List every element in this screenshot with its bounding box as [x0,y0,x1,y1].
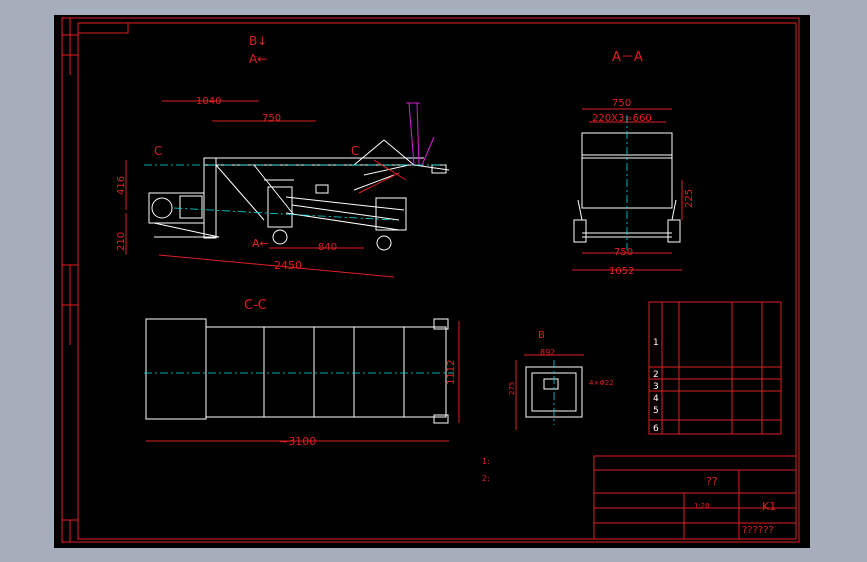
cc-dim-3100: ~3100 [279,435,316,448]
side-label-c-right: C [351,144,359,158]
dim-416: 416 [116,176,127,195]
aa-dim-750-top: 750 [612,98,631,109]
inner-frame [77,22,797,540]
aa-dim-1052: 1052 [609,266,634,277]
small-dim-892: 892 [540,348,555,357]
spec-row-4-no: 4 [653,394,659,404]
small-label: B [538,330,545,341]
spec-row-1-no: 1 [653,338,659,348]
title-block-scale: 1:20 [694,502,710,510]
side-view: B↓ A← C C A← 1040 750 416 210 840 2450 [116,34,450,278]
note-heading: 1: [482,457,490,466]
title-block-company: ?????? [742,525,774,536]
small-dim-phi22: 4×Φ22 [589,379,614,387]
cc-title: C-C [244,298,267,313]
note-line-2: 2: [482,474,490,483]
cc-dim-1112: 1112 [446,360,457,385]
aa-view: A－A 750 220X3=660 225 750 1052 [572,50,695,277]
aa-dim-750-bottom: 750 [614,247,633,258]
dim-1040: 1040 [196,96,221,107]
cad-drawing: B↓ A← C C A← 1040 750 416 210 840 2450 A… [61,17,800,543]
title-block-title: ?? [706,475,718,488]
drawing-sheet: B↓ A← C C A← 1040 750 416 210 840 2450 A… [54,15,810,548]
spec-table: 1 2 3 4 5 6 [648,301,782,435]
spec-row-6-no: 6 [653,424,659,434]
spec-row-5-no: 5 [653,406,659,416]
side-label-a-bottom: A← [252,237,269,250]
dim-750-side: 750 [262,113,281,124]
left-margin-strips [62,18,78,542]
notes: 1: 2: [482,457,490,483]
aa-title: A－A [612,50,643,65]
dim-840: 840 [318,242,337,253]
aa-dim-225: 225 [684,189,695,208]
side-label-b: B↓ [249,34,267,48]
title-block: ?? K1 ?????? 1:20 [593,455,797,540]
title-block-code: K1 [762,500,776,513]
outer-frame [61,17,800,543]
small-dim-275: 275 [508,382,516,395]
side-label-c-left: C [154,144,162,158]
dim-210: 210 [116,232,127,251]
spec-row-2-no: 2 [653,370,659,380]
dim-2450: 2450 [274,259,302,272]
spec-row-3-no: 3 [653,382,659,392]
aa-dim-220x3: 220X3=660 [592,113,652,124]
top-left-code-box [77,22,129,34]
side-label-a: A← [249,52,267,66]
cc-view: C-C 1112 ~3100 [144,298,460,448]
small-detail: B 892 275 4×Φ22 [508,330,614,430]
